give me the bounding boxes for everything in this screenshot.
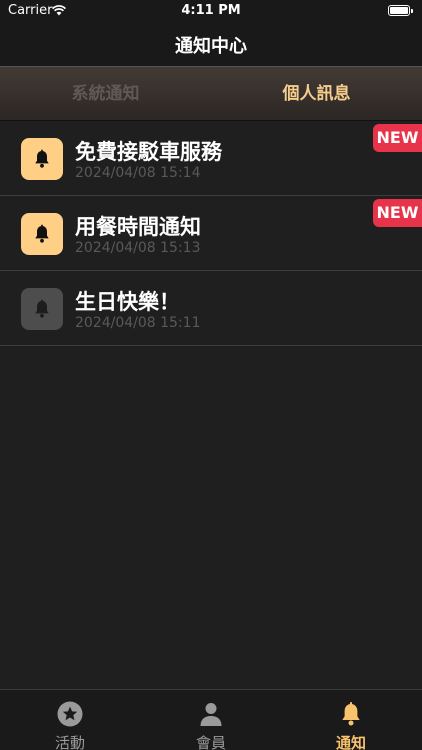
notification-title: 用餐時間通知 bbox=[75, 215, 201, 239]
notification-title: 生日快樂！ bbox=[75, 290, 180, 314]
list-item[interactable]: 免費接駁車服務 2024/04/08 15:14 NEW bbox=[0, 121, 422, 196]
notification-list: 免費接駁車服務 2024/04/08 15:14 NEW 用餐時間通知 2024… bbox=[0, 121, 422, 346]
tab-system-notifications[interactable]: 系統通知 bbox=[0, 67, 211, 122]
tab-bar: 活動 會員 通知 bbox=[0, 689, 422, 750]
tab-activities[interactable]: 活動 bbox=[0, 690, 140, 750]
tab-personal-messages[interactable]: 個人訊息 bbox=[211, 67, 422, 122]
notification-time: 2024/04/08 15:14 bbox=[75, 165, 201, 181]
list-item[interactable]: 用餐時間通知 2024/04/08 15:13 NEW bbox=[0, 196, 422, 271]
person-icon bbox=[200, 703, 222, 726]
tab-label: 通知 bbox=[335, 734, 366, 750]
page-title: 通知中心 bbox=[175, 36, 247, 57]
tab-label: 會員 bbox=[195, 734, 226, 750]
segment-control: 系統通知 個人訊息 bbox=[0, 66, 422, 121]
new-badge: NEW bbox=[373, 199, 422, 227]
notification-time: 2024/04/08 15:11 bbox=[75, 315, 201, 331]
notification-title: 免費接駁車服務 bbox=[75, 140, 222, 164]
battery-icon bbox=[388, 5, 413, 16]
tab-member[interactable]: 會員 bbox=[141, 690, 281, 750]
list-item[interactable]: 生日快樂！ 2024/04/08 15:11 bbox=[0, 271, 422, 346]
status-bar: Carrier 4:11 PM bbox=[0, 0, 422, 22]
bell-icon bbox=[21, 138, 63, 180]
navigation-bar: 通知中心 bbox=[0, 22, 422, 66]
bell-icon bbox=[21, 288, 63, 330]
tab-label: 活動 bbox=[54, 734, 85, 750]
tab-notifications[interactable]: 通知 bbox=[281, 690, 421, 750]
star-circle-icon bbox=[57, 701, 83, 727]
notification-time: 2024/04/08 15:13 bbox=[75, 240, 201, 256]
bell-icon bbox=[21, 213, 63, 255]
bell-icon bbox=[342, 702, 360, 726]
status-time: 4:11 PM bbox=[181, 3, 241, 18]
new-badge: NEW bbox=[373, 124, 422, 152]
